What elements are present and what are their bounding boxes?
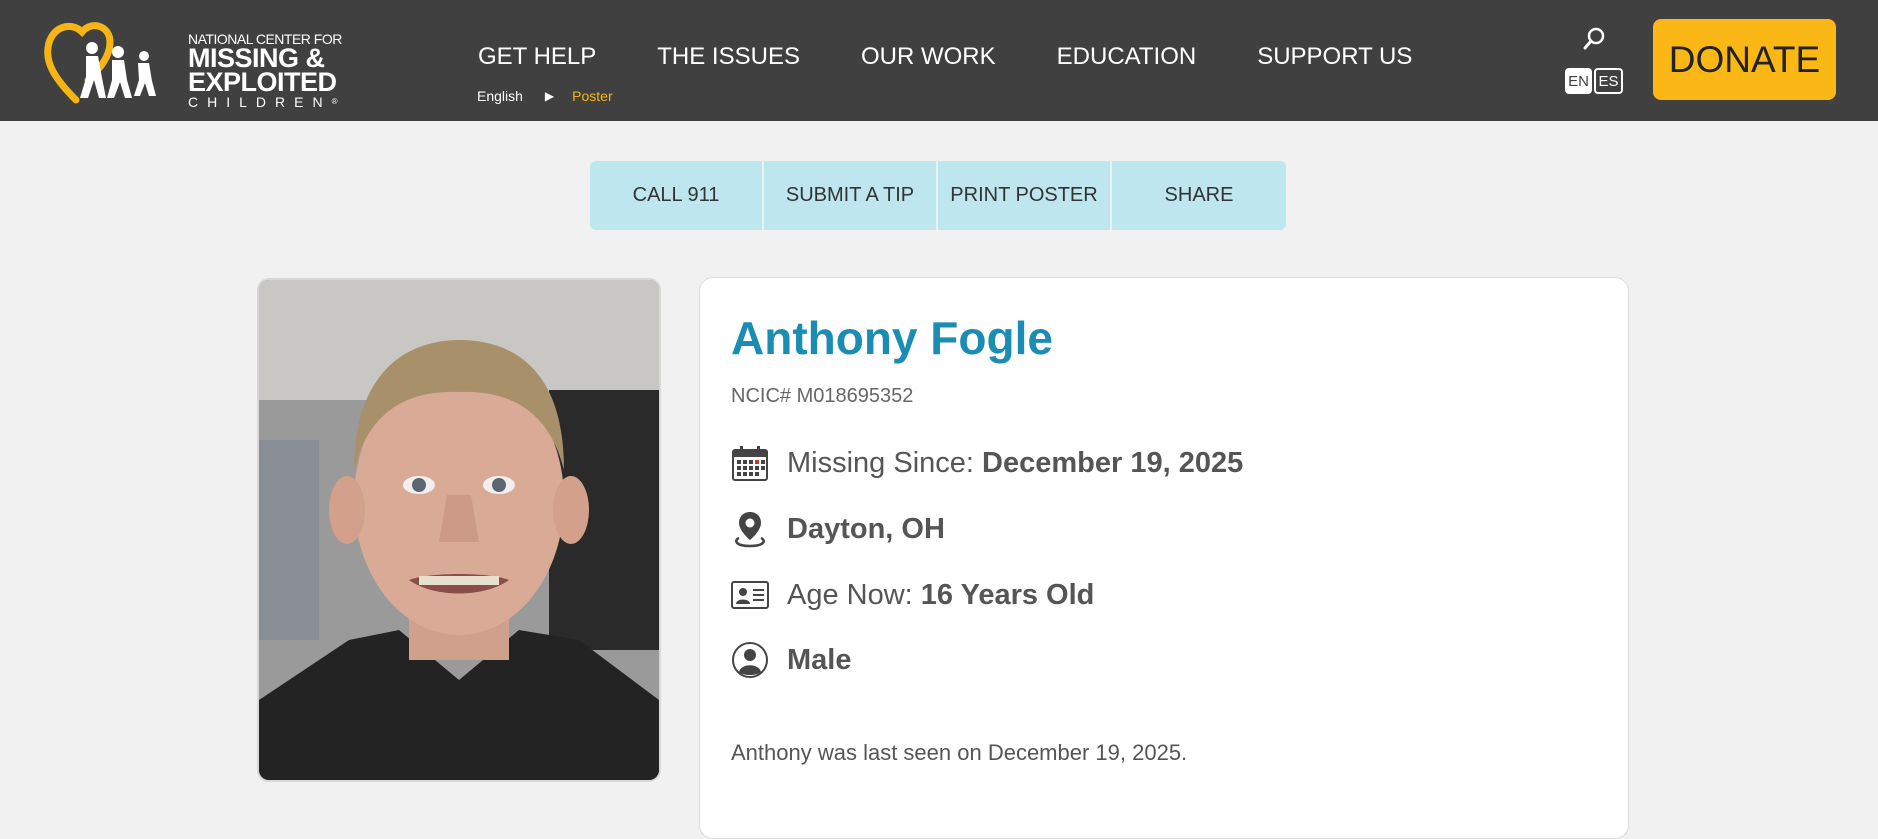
missing-since-date: December 19, 2025 — [982, 446, 1244, 479]
breadcrumb-arrow-icon: ▶ — [544, 89, 555, 103]
share-button[interactable]: SHARE — [1112, 161, 1286, 230]
age-label: Age Now: — [787, 578, 913, 611]
calendar-icon — [732, 446, 768, 481]
heart-logo-icon — [44, 22, 156, 104]
nav-education[interactable]: EDUCATION — [1057, 43, 1197, 71]
action-bar: CALL 911 SUBMIT A TIP PRINT POSTER SHARE — [590, 161, 1286, 230]
ncic-number: NCIC# M018695352 — [731, 385, 914, 407]
location-value: Dayton, OH — [787, 512, 945, 545]
logo-line-4-text: CHILDREN — [188, 94, 332, 110]
person-icon — [732, 642, 768, 678]
breadcrumb: English ▶ Poster — [477, 88, 613, 104]
nav-our-work[interactable]: OUR WORK — [861, 43, 996, 71]
call-911-button[interactable]: CALL 911 — [590, 161, 764, 230]
search-icon[interactable] — [1583, 26, 1607, 52]
donate-button[interactable]: DONATE — [1653, 19, 1836, 100]
sex-row: Male — [731, 641, 851, 679]
person-details-card: Anthony Fogle NCIC# M018695352 Missing S… — [699, 277, 1629, 839]
age-row: Age Now: 16 Years Old — [731, 576, 1094, 614]
ncmec-logo[interactable]: NATIONAL CENTER FOR MISSING & EXPLOITED … — [44, 18, 354, 110]
nav-get-help[interactable]: GET HELP — [478, 43, 596, 71]
missing-since-label: Missing Since: — [787, 446, 974, 479]
registered-mark: ® — [331, 97, 338, 106]
site-header: NATIONAL CENTER FOR MISSING & EXPLOITED … — [0, 0, 1878, 121]
sex-value: Male — [787, 643, 852, 676]
missing-since-row: Missing Since: December 19, 2025 — [731, 444, 1243, 482]
nav-the-issues[interactable]: THE ISSUES — [657, 43, 800, 71]
circumstance-description: Anthony was last seen on December 19, 20… — [731, 740, 1188, 765]
lang-es-button[interactable]: ES — [1594, 68, 1623, 94]
logo-line-4: CHILDREN® — [188, 94, 342, 110]
logo-line-3: EXPLOITED — [188, 67, 337, 97]
language-toggle: EN ES — [1565, 68, 1623, 94]
nav-support-us[interactable]: SUPPORT US — [1257, 43, 1412, 71]
submit-tip-button[interactable]: SUBMIT A TIP — [764, 161, 938, 230]
location-row: Dayton, OH — [731, 510, 945, 548]
breadcrumb-language[interactable]: English — [477, 88, 523, 104]
id-card-icon — [731, 581, 769, 609]
person-name: Anthony Fogle — [731, 312, 1053, 364]
lang-en-button[interactable]: EN — [1565, 68, 1592, 94]
breadcrumb-current: Poster — [572, 88, 613, 104]
main-nav: GET HELP THE ISSUES OUR WORK EDUCATION S… — [478, 43, 1473, 71]
missing-person-photo — [257, 278, 661, 782]
location-pin-icon — [735, 512, 765, 548]
logo-wordmark: NATIONAL CENTER FOR MISSING & EXPLOITED … — [188, 32, 342, 110]
age-value: 16 Years Old — [920, 578, 1095, 611]
print-poster-button[interactable]: PRINT POSTER — [938, 161, 1112, 230]
